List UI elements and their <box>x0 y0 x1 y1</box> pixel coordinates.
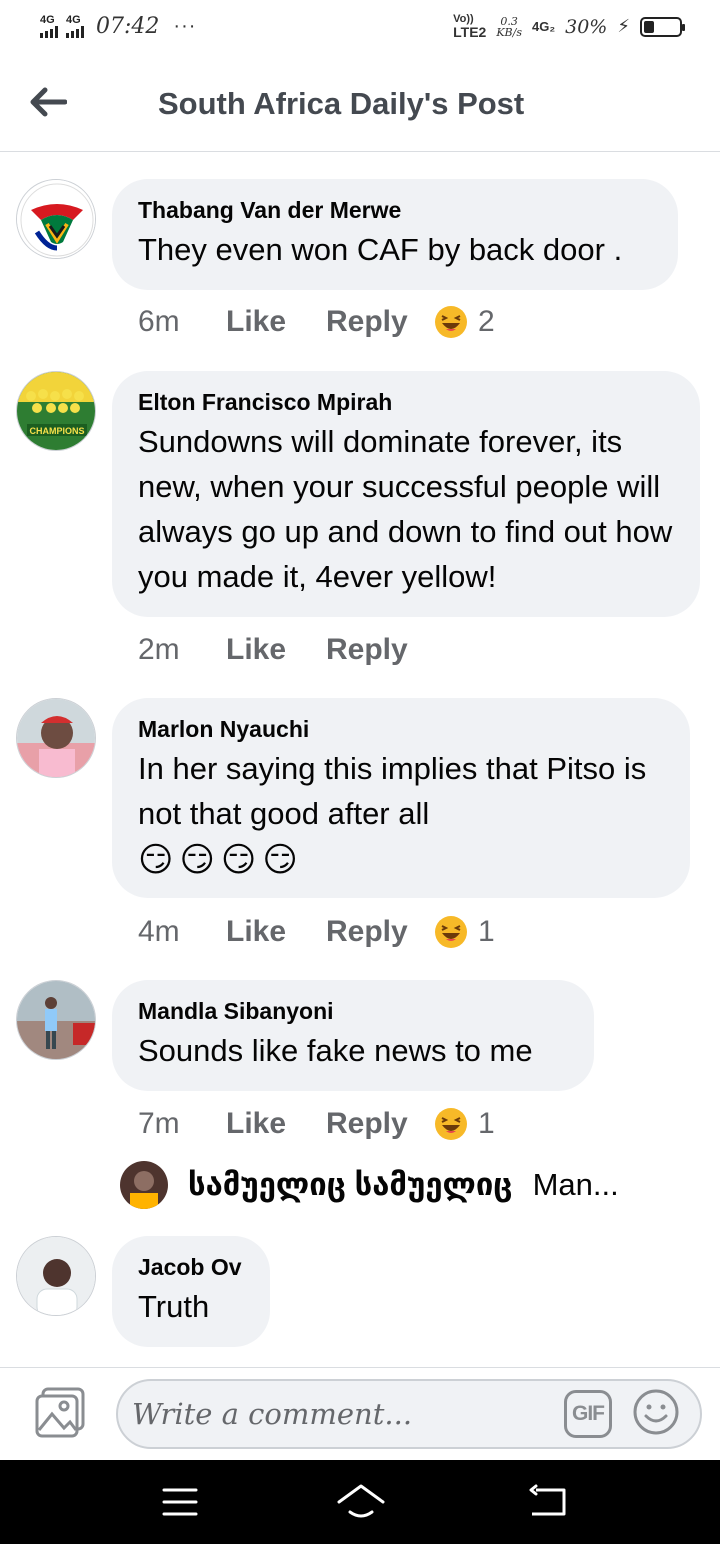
comment-bubble[interactable]: Marlon Nyauchi In her saying this implie… <box>112 698 690 898</box>
mobile-data-icon: 4G₂ <box>532 19 556 34</box>
emoji-button[interactable] <box>632 1388 680 1436</box>
sim2-network-label: 4G <box>66 14 81 26</box>
status-right: Vo)) LTE2 0.3 KB/s 4G₂ 30% ⚡ <box>453 14 685 40</box>
haha-emoji-icon <box>435 1108 467 1140</box>
comment-time[interactable]: 6m <box>138 305 226 339</box>
comment-text: Sundowns will dominate forever, its new,… <box>138 424 673 594</box>
comment-composer: Write a comment... GIF <box>0 1367 720 1459</box>
comment-text: Truth <box>138 1289 210 1324</box>
reply-button[interactable]: Reply <box>326 915 434 949</box>
reply-button[interactable]: Reply <box>326 633 434 667</box>
svg-text:CHAMPIONS: CHAMPIONS <box>29 426 84 436</box>
man-portrait-photo <box>17 1237 95 1315</box>
sim1-network-label: 4G <box>40 14 55 26</box>
comment-actions: 4m Like Reply 1 <box>138 915 495 949</box>
smiley-icon <box>633 1389 679 1435</box>
haha-emoji-icon <box>435 916 467 948</box>
comment-actions: 2m Like Reply <box>138 633 434 667</box>
comment-author[interactable]: Thabang Van der Merwe <box>138 195 652 225</box>
reply-preview[interactable]: სამუელიც სამუელიც Man... <box>120 1161 619 1209</box>
photo-icon <box>35 1387 85 1438</box>
battery-percent: 30% <box>565 15 608 38</box>
avatar[interactable] <box>16 1236 96 1316</box>
recent-apps-button[interactable] <box>162 1486 198 1518</box>
comment-author[interactable]: Jacob Ov <box>138 1252 244 1282</box>
lte2-label: LTE2 <box>453 24 487 40</box>
reply-button[interactable]: Reply <box>326 305 434 339</box>
home-button[interactable] <box>336 1482 386 1522</box>
battery-icon <box>640 16 685 37</box>
volte-icon: Vo)) LTE2 <box>453 14 487 40</box>
comment-bubble[interactable]: Mandla Sibanyoni Sounds like fake news t… <box>112 980 594 1091</box>
charging-icon: ⚡ <box>617 16 630 36</box>
comment-actions: 6m Like Reply 2 <box>138 305 495 339</box>
smirk-emoji: 😏 <box>220 841 257 879</box>
man-red-cap-photo <box>17 699 95 777</box>
smirk-emoji: 😏 <box>262 841 298 879</box>
status-bar: 4G 4G 07:42 ··· Vo)) LTE2 0.3 KB/s 4G₂ 3… <box>0 0 720 58</box>
smirk-emoji: 😏 <box>138 841 174 879</box>
comment-actions: 7m Like Reply 1 <box>138 1107 495 1141</box>
like-button[interactable]: Like <box>226 305 326 339</box>
emoji-row: 😏 😏 😏 😏 <box>138 840 664 880</box>
clock: 07:42 <box>96 14 160 39</box>
speed-unit: KB/s <box>496 25 522 39</box>
back-button[interactable] <box>26 80 70 124</box>
like-button[interactable]: Like <box>226 915 326 949</box>
return-icon <box>529 1484 566 1516</box>
comment-time[interactable]: 7m <box>138 1107 226 1141</box>
comments-list[interactable]: Thabang Van der Merwe They even won CAF … <box>0 153 720 1367</box>
back-arrow-icon <box>30 87 67 117</box>
status-left: 4G 4G 07:42 ··· <box>40 14 196 39</box>
comment-bubble[interactable]: Elton Francisco Mpirah Sundowns will dom… <box>112 371 700 617</box>
more-notifications-icon: ··· <box>173 15 197 37</box>
reply-button[interactable]: Reply <box>326 1107 434 1141</box>
reaction-summary[interactable]: 1 <box>434 1107 495 1141</box>
reply-author: სამუელიც სამუელიც <box>188 1167 513 1202</box>
avatar[interactable] <box>16 698 96 778</box>
signal-icon-sim2: 4G <box>66 15 84 38</box>
menu-icon <box>162 1488 198 1516</box>
comment-text: In her saying this implies that Pitso is… <box>138 751 647 831</box>
like-button[interactable]: Like <box>226 633 326 667</box>
reaction-summary[interactable]: 2 <box>434 305 495 339</box>
reply-snippet: Man... <box>532 1167 619 1202</box>
reaction-count: 1 <box>478 915 495 948</box>
proudly-south-african-logo <box>17 180 95 258</box>
comment-bubble[interactable]: Thabang Van der Merwe They even won CAF … <box>112 179 678 290</box>
home-icon <box>337 1484 385 1518</box>
comment-bubble[interactable]: Jacob Ov Truth <box>112 1236 270 1347</box>
like-button[interactable]: Like <box>226 1107 326 1141</box>
system-nav-bar <box>0 1460 720 1544</box>
reply-author-photo <box>120 1161 168 1209</box>
photo-button[interactable] <box>34 1386 88 1438</box>
page-title: South Africa Daily's Post <box>158 86 525 121</box>
reaction-count: 2 <box>478 305 495 338</box>
comment-author[interactable]: Elton Francisco Mpirah <box>138 387 674 417</box>
comment-placeholder: Write a comment... <box>132 1397 413 1431</box>
reaction-summary[interactable]: 1 <box>434 915 495 949</box>
smirk-emoji: 😏 <box>179 841 215 879</box>
champions-team-photo: CHAMPIONS <box>17 372 95 450</box>
reaction-count: 1 <box>478 1107 495 1140</box>
app-header: South Africa Daily's Post <box>0 58 720 152</box>
reply-avatar <box>120 1161 168 1209</box>
gif-button[interactable]: GIF <box>564 1390 612 1438</box>
man-walking-photo <box>17 981 95 1059</box>
comment-author[interactable]: Marlon Nyauchi <box>138 714 664 744</box>
avatar[interactable] <box>16 179 96 259</box>
network-speed: 0.3 KB/s <box>496 16 522 38</box>
avatar[interactable]: CHAMPIONS <box>16 371 96 451</box>
comment-time[interactable]: 4m <box>138 915 226 949</box>
speed-value: 0.3 <box>500 14 518 28</box>
signal-icon-sim1: 4G <box>40 15 58 38</box>
avatar[interactable] <box>16 980 96 1060</box>
comment-text: They even won CAF by back door . <box>138 232 623 267</box>
comment-time[interactable]: 2m <box>138 633 226 667</box>
comment-input[interactable]: Write a comment... GIF <box>116 1379 702 1449</box>
comment-author[interactable]: Mandla Sibanyoni <box>138 996 568 1026</box>
comment-text: Sounds like fake news to me <box>138 1033 533 1068</box>
system-back-button[interactable] <box>528 1484 568 1520</box>
haha-emoji-icon <box>435 306 467 338</box>
